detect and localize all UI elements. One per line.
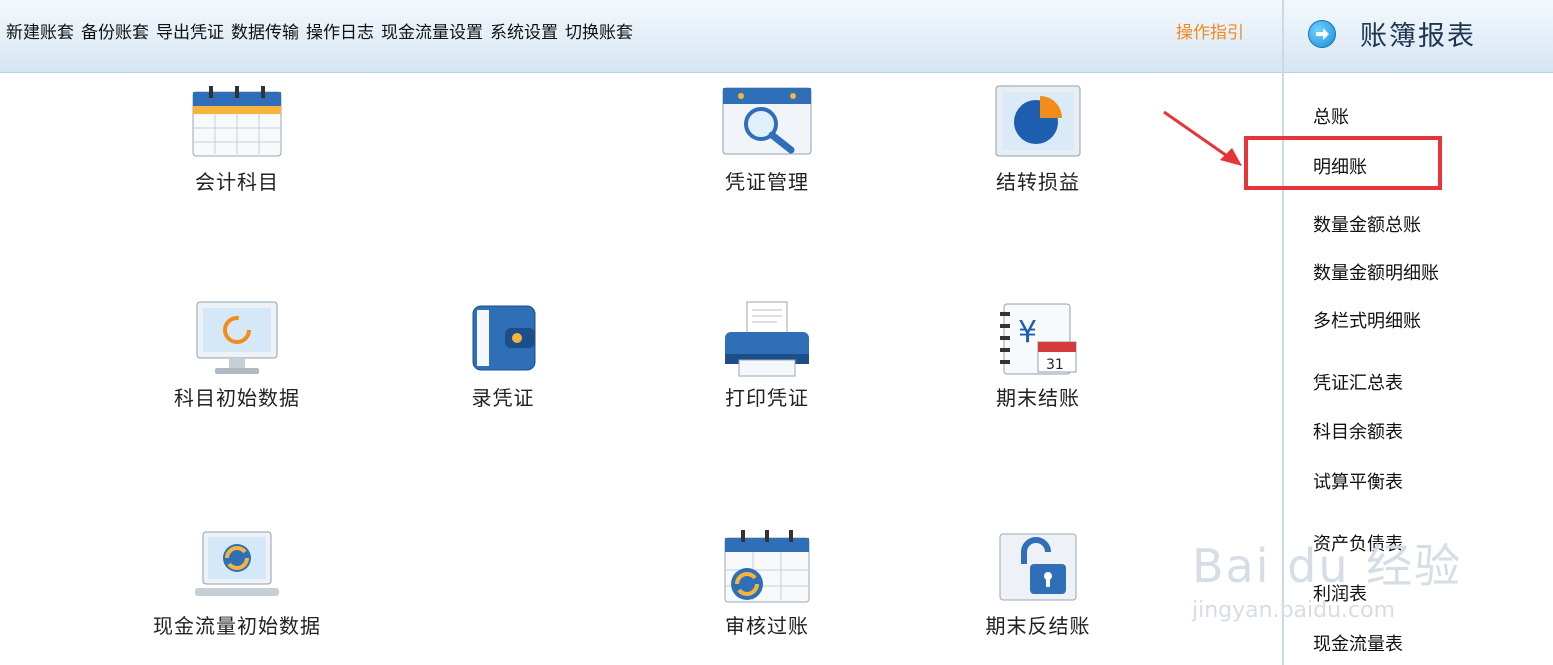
report-trial-balance[interactable]: 试算平衡表 — [1313, 468, 1403, 494]
magnifier-icon — [719, 84, 815, 164]
tile-print-voucher[interactable]: 打印凭证 — [667, 300, 867, 411]
top-toolbar: 新建账套 备份账套 导出凭证 数据传输 操作日志 现金流量设置 系统设置 切换账… — [0, 0, 1284, 73]
tile-reverse-period-closing[interactable]: 期末反结账 — [938, 528, 1138, 639]
tile-enter-voucher[interactable]: 录凭证 — [403, 300, 603, 411]
tile-label: 审核过账 — [725, 614, 809, 638]
tile-voucher-management[interactable]: 凭证管理 — [667, 84, 867, 195]
menu-data-transfer[interactable]: 数据传输 — [231, 20, 306, 46]
menu-export-voucher[interactable]: 导出凭证 — [156, 20, 231, 46]
operation-guide-link[interactable]: 操作指引 — [1176, 20, 1244, 46]
pie-chart-icon — [990, 84, 1086, 164]
calendar-icon — [189, 84, 285, 164]
tile-label: 结转损益 — [996, 170, 1080, 194]
menu-backup-account-set[interactable]: 备份账套 — [81, 20, 156, 46]
calendar-refresh-icon — [719, 528, 815, 608]
report-balance-sheet[interactable]: 资产负债表 — [1313, 530, 1403, 556]
menu-switch-account-set[interactable]: 切换账套 — [565, 20, 640, 46]
report-general-ledger[interactable]: 总账 — [1313, 103, 1349, 129]
monitor-icon — [189, 300, 285, 380]
report-income-statement[interactable]: 利润表 — [1313, 580, 1367, 606]
selection-highlight-box — [1244, 136, 1442, 190]
unlock-icon — [990, 528, 1086, 608]
report-account-balance[interactable]: 科目余额表 — [1313, 418, 1403, 444]
tile-period-end-closing[interactable]: ¥ 31 期末结账 — [938, 300, 1138, 411]
tile-label: 期末结账 — [996, 386, 1080, 410]
tile-label: 会计科目 — [195, 170, 279, 194]
report-quantity-amount-general-ledger[interactable]: 数量金额总账 — [1313, 211, 1421, 237]
menu-operation-log[interactable]: 操作日志 — [306, 20, 381, 46]
books-reports-header: 账簿报表 — [1284, 0, 1553, 73]
tile-label: 现金流量初始数据 — [153, 614, 321, 638]
tile-label: 期末反结账 — [985, 614, 1091, 638]
tile-cash-flow-initial-data[interactable]: 现金流量初始数据 — [137, 528, 337, 639]
report-voucher-summary[interactable]: 凭证汇总表 — [1313, 369, 1403, 395]
tile-label: 科目初始数据 — [174, 386, 300, 410]
books-reports-title: 账簿报表 — [1360, 21, 1476, 52]
tile-label: 凭证管理 — [725, 170, 809, 194]
tile-accounting-subjects[interactable]: 会计科目 — [137, 84, 337, 195]
menu-new-account-set[interactable]: 新建账套 — [6, 20, 81, 46]
arrow-right-icon — [1308, 20, 1336, 48]
annotation-arrow-icon — [1163, 110, 1242, 166]
ledger-calendar-icon: ¥ 31 — [990, 300, 1086, 380]
laptop-refresh-icon — [189, 528, 285, 608]
menu-system-settings[interactable]: 系统设置 — [490, 20, 565, 46]
menu-bar: 新建账套 备份账套 导出凭证 数据传输 操作日志 现金流量设置 系统设置 切换账… — [6, 20, 640, 46]
svg-text:¥: ¥ — [1018, 315, 1037, 350]
tile-carry-forward-profit-loss[interactable]: 结转损益 — [938, 84, 1138, 195]
report-cash-flow-statement[interactable]: 现金流量表 — [1313, 630, 1403, 656]
report-quantity-amount-detail-ledger[interactable]: 数量金额明细账 — [1313, 259, 1439, 285]
tile-label: 录凭证 — [471, 386, 535, 410]
tile-subject-initial-data[interactable]: 科目初始数据 — [137, 300, 337, 411]
tile-review-posting[interactable]: 审核过账 — [667, 528, 867, 639]
tile-label: 打印凭证 — [725, 386, 809, 410]
menu-cash-flow-settings[interactable]: 现金流量设置 — [381, 20, 490, 46]
report-multi-column-detail-ledger[interactable]: 多栏式明细账 — [1313, 307, 1421, 333]
panel-divider — [1282, 0, 1284, 665]
printer-icon — [719, 300, 815, 380]
wallet-icon — [455, 300, 551, 380]
svg-text:31: 31 — [1046, 357, 1064, 373]
